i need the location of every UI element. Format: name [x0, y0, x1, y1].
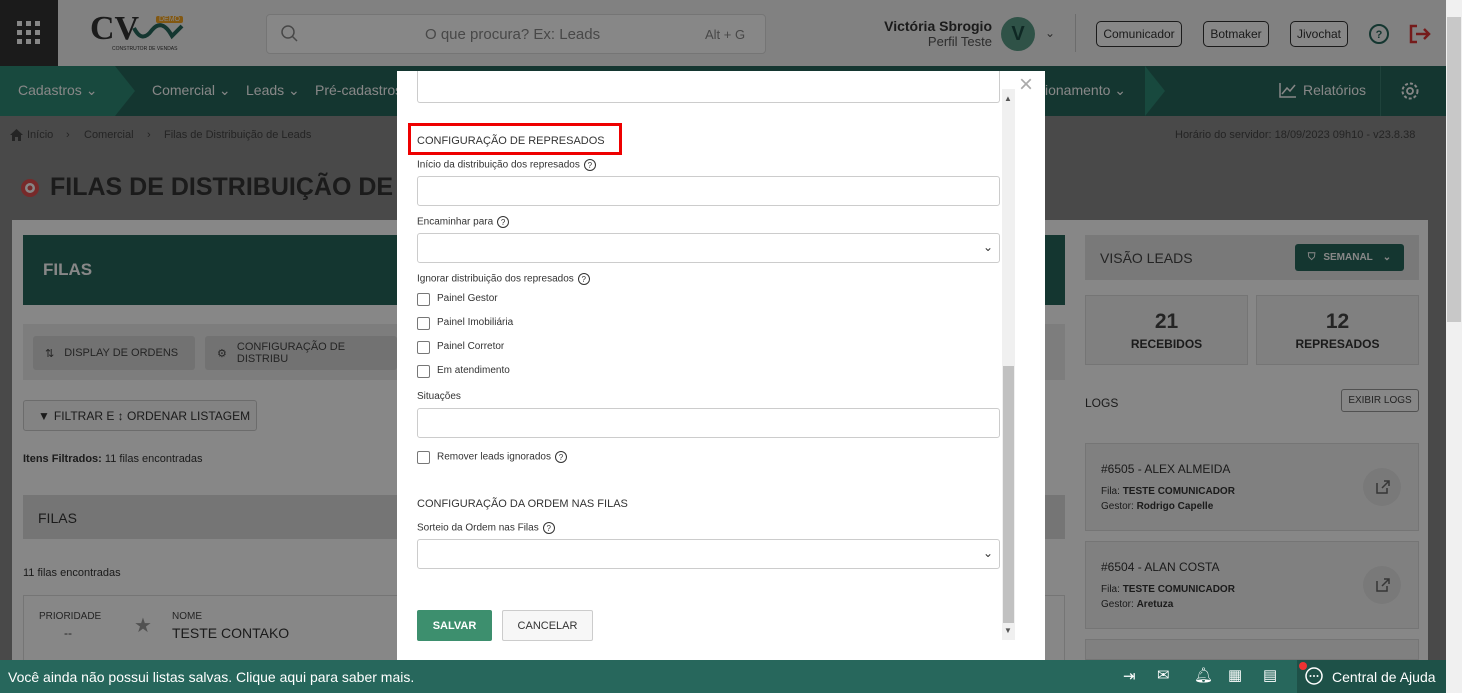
- situacoes-label: Situações: [417, 391, 461, 402]
- scroll-up-icon[interactable]: ▲: [1004, 94, 1012, 103]
- remover-label: Remover leads ignorados?: [437, 451, 567, 463]
- help-icon[interactable]: ?: [497, 216, 510, 228]
- scroll-down-icon[interactable]: ▼: [1004, 626, 1012, 635]
- encaminhar-select[interactable]: ⌄: [417, 233, 1000, 263]
- checkbox-label: Painel Imobiliária: [437, 317, 514, 328]
- checkbox-painel-corretor[interactable]: [417, 341, 430, 354]
- cancel-button[interactable]: CANCELAR: [502, 610, 593, 641]
- chat-icon: [1305, 667, 1323, 685]
- checkbox-label: Painel Gestor: [437, 293, 498, 304]
- sorteio-select[interactable]: ⌄: [417, 539, 1000, 569]
- collapse-icon[interactable]: ⇥: [1123, 667, 1136, 685]
- checkbox-em-atendimento[interactable]: [417, 365, 430, 378]
- help-icon[interactable]: ?: [542, 522, 555, 534]
- ignorar-label: Ignorar distribuição dos represados?: [417, 273, 590, 285]
- checkbox-painel-imobiliaria[interactable]: [417, 317, 430, 330]
- section-represados-title: CONFIGURAÇÃO DE REPRESADOS: [417, 135, 605, 147]
- checkbox-painel-gestor[interactable]: [417, 293, 430, 306]
- encaminhar-label: Encaminhar para?: [417, 216, 510, 228]
- chevron-down-icon: ⌄: [982, 546, 993, 560]
- saved-lists-message[interactable]: Você ainda não possui listas salvas. Cli…: [8, 669, 414, 685]
- checkbox-remover-ignorados[interactable]: [417, 451, 430, 464]
- inicio-label: Início da distribuição dos represados?: [417, 159, 596, 171]
- save-button[interactable]: SALVAR: [417, 610, 492, 641]
- checkbox-label: Painel Corretor: [437, 341, 505, 352]
- bell-icon[interactable]: 🔔︎: [1194, 666, 1213, 684]
- checkbox-label: Em atendimento: [437, 365, 510, 376]
- section-ordem-title: CONFIGURAÇÃO DA ORDEM NAS FILAS: [417, 498, 628, 510]
- modal-scrollbar-thumb[interactable]: [1003, 366, 1014, 623]
- situacoes-input[interactable]: [417, 408, 1000, 438]
- chevron-down-icon: ⌄: [982, 240, 993, 254]
- inicio-input[interactable]: [417, 176, 1000, 206]
- calculator-icon[interactable]: ▤: [1263, 666, 1277, 684]
- config-modal: × CONFIGURAÇÃO DE REPRESADOS Início da d…: [397, 71, 1045, 660]
- help-center-label: Central de Ajuda: [1332, 669, 1436, 685]
- previous-field[interactable]: [417, 71, 1000, 103]
- help-icon[interactable]: ?: [583, 159, 596, 171]
- close-icon[interactable]: ×: [1019, 73, 1033, 97]
- page-scrollbar-thumb[interactable]: [1447, 17, 1461, 322]
- calendar-icon[interactable]: ▦: [1228, 666, 1242, 684]
- inbox-icon[interactable]: ✉: [1157, 666, 1170, 684]
- sorteio-label: Sorteio da Ordem nas Filas?: [417, 522, 555, 534]
- help-icon[interactable]: ?: [554, 451, 567, 463]
- help-icon[interactable]: ?: [577, 273, 590, 285]
